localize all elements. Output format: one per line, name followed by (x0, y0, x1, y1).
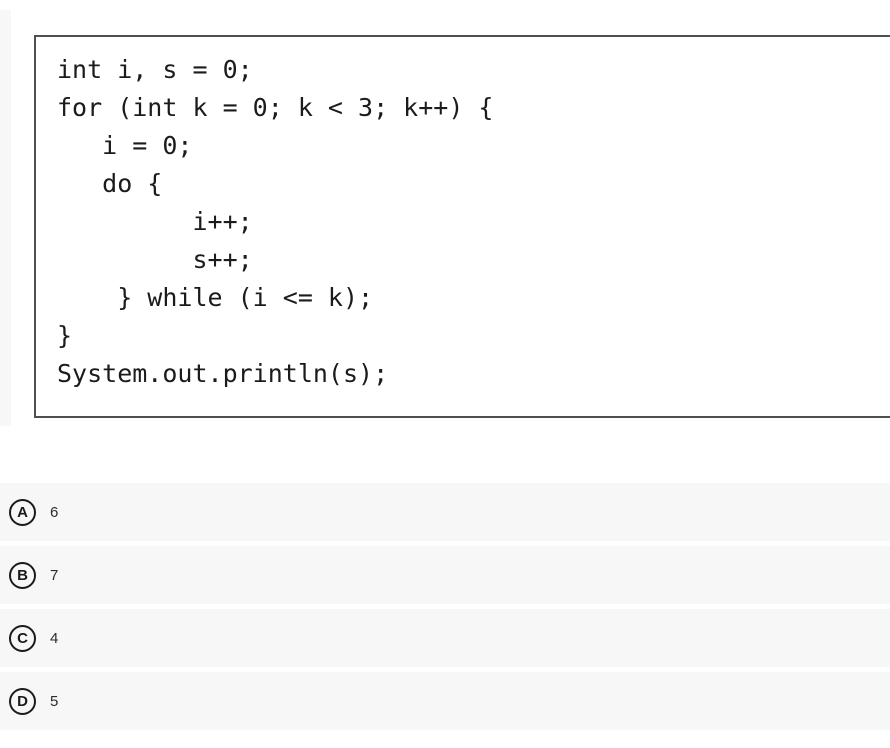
option-row-b[interactable]: B 7 (0, 546, 890, 604)
code-block: int i, s = 0; for (int k = 0; k < 3; k++… (34, 35, 890, 418)
option-row-d[interactable]: D 5 (0, 672, 890, 730)
option-label-a: 6 (50, 503, 59, 521)
option-label-b: 7 (50, 566, 59, 584)
option-marker-c[interactable]: C (9, 624, 36, 652)
answer-options-list: A 6 B 7 C 4 D 5 (0, 483, 890, 735)
left-gutter-strip (0, 10, 11, 426)
option-label-c: 4 (50, 629, 59, 647)
option-row-a[interactable]: A 6 (0, 483, 890, 541)
code-text: int i, s = 0; for (int k = 0; k < 3; k++… (57, 55, 494, 388)
option-row-c[interactable]: C 4 (0, 609, 890, 667)
option-marker-d[interactable]: D (9, 687, 36, 715)
option-label-d: 5 (50, 692, 59, 710)
option-marker-b[interactable]: B (9, 561, 36, 589)
option-marker-a[interactable]: A (9, 498, 36, 526)
